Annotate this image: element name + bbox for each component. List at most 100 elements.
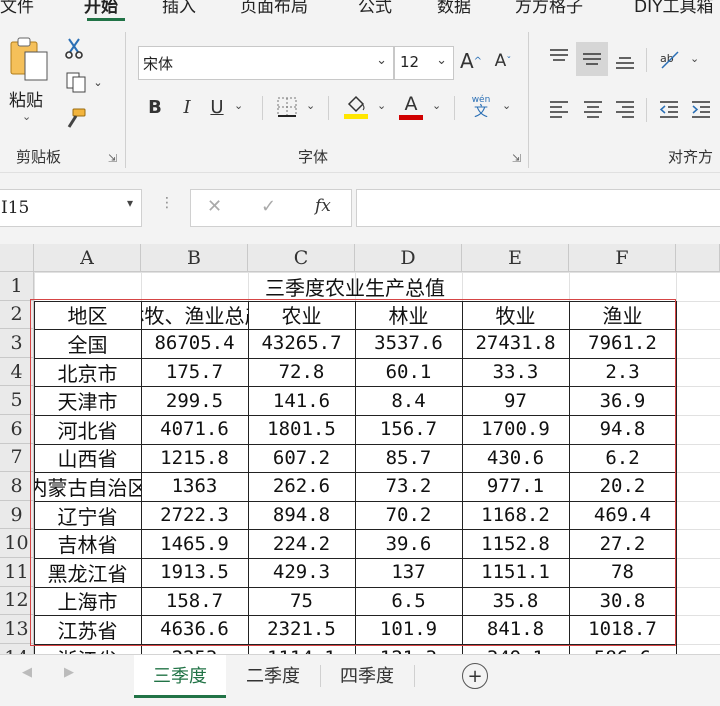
value-cell[interactable]: 1018.7 xyxy=(569,615,676,644)
value-cell[interactable]: 586.6 xyxy=(569,644,676,654)
region-cell[interactable]: 北京市 xyxy=(34,358,141,387)
row-header-13[interactable]: 13 xyxy=(0,615,34,644)
value-cell[interactable]: 3537.6 xyxy=(355,329,462,358)
value-cell[interactable]: 78 xyxy=(569,558,676,587)
scroll-right-icon[interactable]: ▶ xyxy=(64,665,74,680)
region-cell[interactable]: 吉林省 xyxy=(34,529,141,558)
align-middle-button[interactable] xyxy=(576,42,608,76)
value-cell[interactable]: 1215.8 xyxy=(141,444,248,473)
value-cell[interactable]: 262.6 xyxy=(248,472,355,501)
column-header-a[interactable]: A xyxy=(34,244,141,272)
value-cell[interactable]: 299.5 xyxy=(141,386,248,415)
value-cell[interactable]: 33.3 xyxy=(462,358,569,387)
scroll-left-icon[interactable]: ◀ xyxy=(22,665,32,680)
paste-button[interactable] xyxy=(6,36,52,82)
value-cell[interactable]: 121.3 xyxy=(355,644,462,654)
value-cell[interactable]: 97 xyxy=(462,386,569,415)
menu-ffgz[interactable]: 方方格子 xyxy=(515,0,583,17)
cancel-icon[interactable]: ✕ xyxy=(207,196,222,217)
value-cell[interactable]: 35.8 xyxy=(462,587,569,616)
fill-dropdown-icon[interactable]: ⌄ xyxy=(377,99,386,112)
column-header-b[interactable]: B xyxy=(141,244,248,272)
region-cell[interactable]: 上海市 xyxy=(34,587,141,616)
row-header-7[interactable]: 7 xyxy=(0,443,34,473)
align-bottom-button[interactable] xyxy=(612,46,638,76)
font-size-box[interactable]: 12 ⌄ xyxy=(394,46,454,80)
value-cell[interactable]: 841.8 xyxy=(462,615,569,644)
row-header-1[interactable]: 1 xyxy=(0,272,34,301)
value-cell[interactable]: 70.2 xyxy=(355,501,462,530)
value-cell[interactable]: 1152.8 xyxy=(462,529,569,558)
format-painter-button[interactable] xyxy=(62,106,88,132)
value-cell[interactable]: 2.3 xyxy=(569,358,676,387)
value-cell[interactable]: 2722.3 xyxy=(141,501,248,530)
chevron-down-icon[interactable]: ⌄ xyxy=(436,53,447,68)
add-sheet-button[interactable]: + xyxy=(462,663,488,689)
value-cell[interactable]: 4071.6 xyxy=(141,415,248,444)
region-cell[interactable]: 黑龙江省 xyxy=(34,558,141,587)
menu-file[interactable]: 文件 xyxy=(0,0,34,17)
value-cell[interactable]: 1363 xyxy=(141,472,248,501)
cut-button[interactable] xyxy=(62,36,86,60)
value-cell[interactable]: 175.7 xyxy=(141,358,248,387)
value-cell[interactable]: 27.2 xyxy=(569,529,676,558)
menu-insert[interactable]: 插入 xyxy=(162,0,196,17)
value-cell[interactable]: 101.9 xyxy=(355,615,462,644)
more-vertical-icon[interactable]: ⋮ xyxy=(160,195,174,211)
row-header-3[interactable]: 3 xyxy=(0,329,34,358)
row-header-14[interactable]: 14 xyxy=(0,643,34,654)
select-all-corner[interactable] xyxy=(0,244,34,272)
column-header-g[interactable] xyxy=(676,244,720,272)
value-cell[interactable]: 86705.4 xyxy=(141,329,248,358)
row-header-2[interactable]: 2 xyxy=(0,300,34,330)
increase-indent-button[interactable] xyxy=(688,94,714,124)
name-box-dropdown-icon[interactable]: ▾ xyxy=(127,196,133,210)
row-header-8[interactable]: 8 xyxy=(0,472,34,501)
row-header-10[interactable]: 10 xyxy=(0,529,34,558)
value-cell[interactable]: 4636.6 xyxy=(141,615,248,644)
table-header-cell[interactable]: 农业 xyxy=(248,301,355,330)
decrease-indent-button[interactable] xyxy=(656,94,682,124)
align-right-button[interactable] xyxy=(612,94,638,124)
value-cell[interactable]: 137 xyxy=(355,558,462,587)
value-cell[interactable]: 156.7 xyxy=(355,415,462,444)
column-header-f[interactable]: F xyxy=(569,244,676,272)
value-cell[interactable]: 894.8 xyxy=(248,501,355,530)
fill-color-button[interactable] xyxy=(342,90,370,122)
borders-button[interactable] xyxy=(274,94,300,120)
region-cell[interactable]: 全国 xyxy=(34,329,141,358)
value-cell[interactable]: 43265.7 xyxy=(248,329,355,358)
phonetic-dropdown-icon[interactable]: ⌄ xyxy=(502,99,511,112)
value-cell[interactable]: 430.6 xyxy=(462,444,569,473)
value-cell[interactable]: 607.2 xyxy=(248,444,355,473)
value-cell[interactable]: 30.8 xyxy=(569,587,676,616)
row-header-9[interactable]: 9 xyxy=(0,500,34,530)
copy-button[interactable]: ⌄ xyxy=(62,70,106,94)
value-cell[interactable]: 1151.1 xyxy=(462,558,569,587)
row-header-4[interactable]: 4 xyxy=(0,357,34,387)
align-top-button[interactable] xyxy=(546,42,572,72)
table-header-cell[interactable]: 渔业 xyxy=(569,301,676,330)
menu-data[interactable]: 数据 xyxy=(437,0,471,17)
value-cell[interactable]: 224.2 xyxy=(248,529,355,558)
shrink-font-button[interactable]: Aˇ xyxy=(490,46,516,76)
chevron-down-icon[interactable]: ⌄ xyxy=(376,53,387,68)
value-cell[interactable]: 72.8 xyxy=(248,358,355,387)
region-cell[interactable]: 辽宁省 xyxy=(34,501,141,530)
orientation-button[interactable]: ab xyxy=(656,44,684,74)
menu-diy-toolbox[interactable]: DIY工具箱 xyxy=(634,0,714,17)
value-cell[interactable]: 977.1 xyxy=(462,472,569,501)
clipboard-launcher-icon[interactable]: ⇲ xyxy=(108,152,117,165)
value-cell[interactable]: 73.2 xyxy=(355,472,462,501)
value-cell[interactable]: 7961.2 xyxy=(569,329,676,358)
value-cell[interactable]: 60.1 xyxy=(355,358,462,387)
value-cell[interactable]: 36.9 xyxy=(569,386,676,415)
region-cell[interactable]: 河北省 xyxy=(34,415,141,444)
insert-function-button[interactable]: fx xyxy=(315,196,331,216)
name-box[interactable]: I15 ▾ xyxy=(0,189,142,227)
value-cell[interactable]: 349.1 xyxy=(462,644,569,654)
table-header-cell[interactable]: 林业 xyxy=(355,301,462,330)
region-cell[interactable]: 江苏省 xyxy=(34,615,141,644)
value-cell[interactable]: 1168.2 xyxy=(462,501,569,530)
value-cell[interactable]: 1114.1 xyxy=(248,644,355,654)
